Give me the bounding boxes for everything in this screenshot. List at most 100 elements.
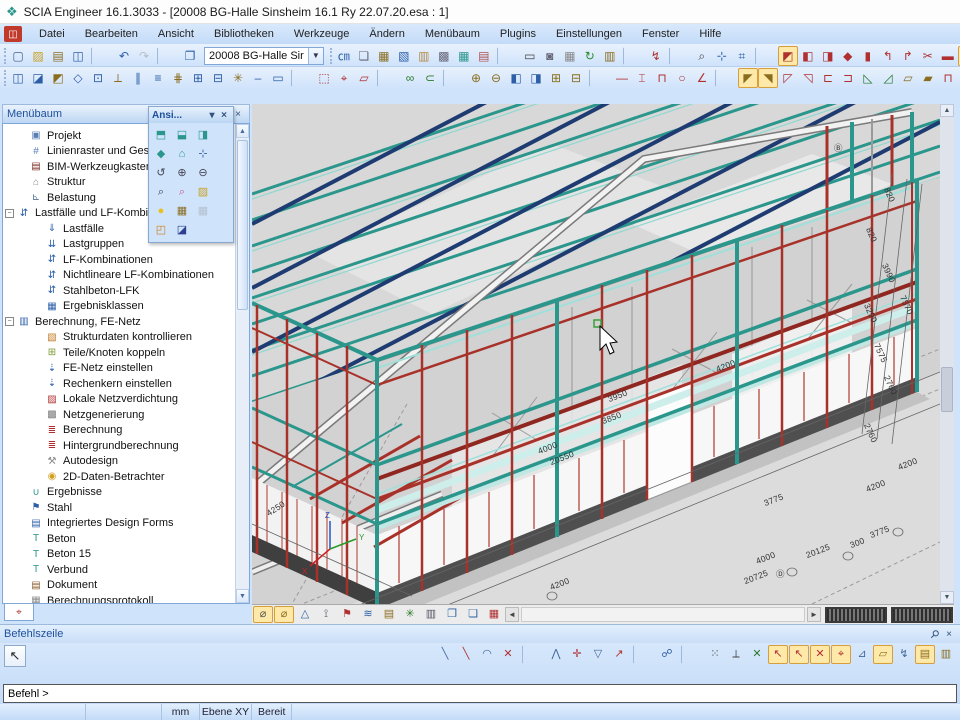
grid-view-toggle[interactable]: ▦ (484, 606, 504, 623)
snap-arc[interactable]: ◠ (477, 645, 497, 664)
snap-mode-3[interactable]: ✕ (810, 645, 830, 664)
toolbar-grip[interactable] (330, 48, 332, 64)
tree-item-verbund[interactable]: T Verbund (3, 562, 235, 578)
join-button[interactable]: ▬ (938, 46, 958, 66)
close-icon[interactable]: × (218, 108, 230, 122)
tree-expand-toggle[interactable] (17, 534, 26, 543)
shrink-sel-button[interactable]: ⊟ (566, 68, 586, 88)
select-cursor-button[interactable]: ⌖ (334, 68, 354, 88)
snap-peak[interactable]: ⋀ (546, 645, 566, 664)
view-params-button[interactable]: ◪ (172, 221, 192, 239)
draw-angle-button[interactable]: ∠ (692, 68, 712, 88)
member-button[interactable]: ▮ (858, 46, 878, 66)
tree-expand-toggle[interactable] (17, 178, 26, 187)
open-project-button[interactable]: ▨ (28, 46, 48, 66)
corner-tr2-button[interactable]: ◹ (798, 68, 818, 88)
menu-aendern[interactable]: Ändern (360, 26, 413, 42)
view-perspective-button[interactable]: ⌂ (172, 145, 192, 163)
tree-expand-toggle[interactable] (33, 302, 42, 311)
snap-clear[interactable]: ✕ (747, 645, 767, 664)
menu-werkzeuge[interactable]: Werkzeuge (285, 26, 358, 42)
star-snap-button[interactable]: ✳ (228, 68, 248, 88)
view-z-button[interactable]: ◨ (193, 126, 213, 144)
picture-to-doc-button[interactable]: ▤ (474, 46, 494, 66)
label-node-button[interactable]: ◫ (8, 68, 28, 88)
menu-menuebaum[interactable]: Menübaum (416, 26, 489, 42)
zoom-out-button[interactable]: ⊖ (193, 164, 213, 182)
tree-expand-toggle[interactable] (17, 147, 26, 156)
tree-expand-toggle[interactable] (33, 271, 42, 280)
viewport-vscrollbar-thumb[interactable] (941, 367, 953, 412)
menu-bearbeiten[interactable]: Bearbeiten (76, 26, 147, 42)
scroll-right-icon[interactable]: ► (807, 607, 821, 622)
grid-plus-button[interactable]: ⊞ (188, 68, 208, 88)
tree-item-nichtlineare-lf[interactable]: ⇵ Nichtlineare LF-Kombinationen (3, 268, 235, 284)
gallery-button[interactable]: ▦ (454, 46, 474, 66)
add-selection-button[interactable]: ⊕ (466, 68, 486, 88)
tree-item-fe-netz-einstellen[interactable]: ⇣ FE-Netz einstellen (3, 361, 235, 377)
menu-bibliotheken[interactable]: Bibliotheken (205, 26, 283, 42)
units-toggle-button[interactable]: ㎝ (334, 46, 354, 66)
snap-mode-6[interactable]: ▱ (873, 645, 893, 664)
label-member-button[interactable]: ◪ (28, 68, 48, 88)
plane-fill-button[interactable]: ▰ (918, 68, 938, 88)
tree-expand-toggle[interactable] (33, 457, 42, 466)
snap-keyboard[interactable]: ▤ (915, 645, 935, 664)
draw-line-button[interactable]: — (612, 68, 632, 88)
expand-sel-button[interactable]: ⊞ (546, 68, 566, 88)
tree-item-lf-kombinationen[interactable]: ⇵ LF-Kombinationen (3, 252, 235, 268)
box-snap-button[interactable]: ▭ (268, 68, 288, 88)
pan-wheel-horizontal[interactable] (825, 607, 887, 623)
tree-expand-toggle[interactable] (33, 395, 42, 404)
tree-item-teile-knoten[interactable]: ⊞ Teile/Knoten koppeln (3, 345, 235, 361)
snap-mode-2[interactable]: ↖ (789, 645, 809, 664)
view-y-button[interactable]: ⬓ (172, 126, 192, 144)
tree-expand-toggle[interactable] (33, 441, 42, 450)
node-edit-button[interactable]: ◧ (798, 46, 818, 66)
calc-protocol-button[interactable]: ▦ (560, 46, 580, 66)
snap-vector[interactable]: ↗ (609, 645, 629, 664)
zoom-window-button[interactable]: ⌕ (151, 183, 171, 201)
trim-button[interactable]: ↰ (878, 46, 898, 66)
tree-scrollbar[interactable]: ▲ ▼ (235, 124, 249, 603)
snap-cursor[interactable]: ☍ (657, 645, 677, 664)
tree-expand-toggle[interactable] (17, 596, 26, 603)
rotate-transform-button[interactable]: ↯ (646, 46, 666, 66)
node-lock-button[interactable]: ◆ (838, 46, 858, 66)
project-combo[interactable]: 20008 BG-Halle Sir ▼ (204, 47, 324, 65)
corner-tl-button[interactable]: ◤ (738, 68, 758, 88)
select-poly-button[interactable]: ▱ (354, 68, 374, 88)
cut-button[interactable]: ✂ (918, 46, 938, 66)
rotate-view-button[interactable]: ↺ (151, 164, 171, 182)
ortho-toggle[interactable]: ⟂ (726, 645, 746, 664)
tree-expand-toggle[interactable] (33, 348, 42, 357)
tree-expand-toggle[interactable] (17, 131, 26, 140)
viewport-hscrollbar[interactable] (521, 607, 805, 622)
mesh-settings-button[interactable]: ▩ (434, 46, 454, 66)
menu-ansicht[interactable]: Ansicht (149, 26, 203, 42)
show-abc-labels-toggle[interactable]: ≋ (358, 606, 378, 623)
menu-hilfe[interactable]: Hilfe (690, 26, 730, 42)
print-button[interactable]: ▭ (520, 46, 540, 66)
render-wire-toggle[interactable]: ⌀ (253, 606, 273, 623)
tree-item-netzgenerierung[interactable]: ▩ Netzgenerierung (3, 407, 235, 423)
window-view-2[interactable]: ❏ (463, 606, 483, 623)
new-window-button[interactable]: ❐ (180, 46, 200, 66)
scroll-left-icon[interactable]: ◄ (505, 607, 519, 622)
tree-expand-toggle[interactable]: − (5, 209, 14, 218)
coord-view-button[interactable]: ⊹ (193, 145, 213, 163)
screenshot-button[interactable]: ◙ (540, 46, 560, 66)
show-supports-toggle[interactable]: ⟟ (316, 606, 336, 623)
grid-minus-button[interactable]: ⊟ (208, 68, 228, 88)
zoom-wheel-horizontal[interactable] (891, 607, 953, 623)
redo-button[interactable]: ↷ (134, 46, 154, 66)
tree-item-integriertes-design-forms[interactable]: ▤ Integriertes Design Forms (3, 516, 235, 532)
tree-expand-toggle[interactable] (33, 410, 42, 419)
scroll-down-icon[interactable]: ▼ (940, 591, 954, 604)
regenerate-button[interactable]: ↻ (580, 46, 600, 66)
status-units[interactable]: mm (162, 704, 200, 720)
tree-expand-toggle[interactable] (17, 193, 26, 202)
edge-l-button[interactable]: ⊏ (818, 68, 838, 88)
tree-expand-toggle[interactable]: − (5, 317, 14, 326)
grid-dots-toggle[interactable]: ⁙ (705, 645, 725, 664)
